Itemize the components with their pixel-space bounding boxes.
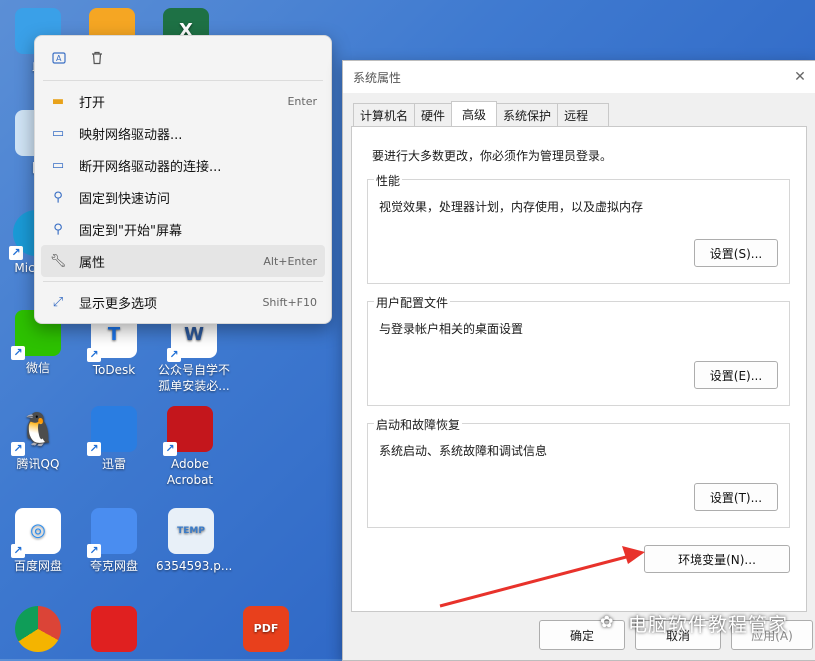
performance-settings-button[interactable]: 设置(S)... xyxy=(694,239,778,267)
menu-item-pin-start[interactable]: ⚲ 固定到"开始"屏幕 xyxy=(41,213,325,245)
tab-computer-name[interactable]: 计算机名 xyxy=(353,103,416,126)
app-red-icon xyxy=(91,606,137,652)
group-label: 启动和故障恢复 xyxy=(374,416,463,433)
chrome-icon xyxy=(15,606,61,652)
desktop-icon-quark[interactable]: ↗ 夸克网盘 xyxy=(82,508,146,574)
tab-bar: 计算机名 硬件 高级 系统保护 远程 xyxy=(353,101,610,127)
rename-icon[interactable]: A xyxy=(49,48,69,68)
qq-icon: 🐧 ↗ xyxy=(11,406,61,456)
watermark: 电脑软件教程管家 xyxy=(628,614,789,636)
pdf-icon: PDF xyxy=(243,606,289,652)
group-label: 用户配置文件 xyxy=(374,294,451,311)
startup-recovery-group: 启动和故障恢复 系统启动、系统故障和调试信息 设置(T)... xyxy=(367,416,790,528)
desktop-icon-chrome[interactable] xyxy=(6,606,70,656)
menu-item-pin-quick-access[interactable]: ⚲ 固定到快速访问 xyxy=(41,181,325,213)
advanced-panel: 要进行大多数更改，你必须作为管理员登录。 性能 视觉效果，处理器计划，内存使用，… xyxy=(351,126,807,612)
desktop-icon-xunlei[interactable]: ↗ 迅雷 xyxy=(82,406,146,472)
folder-icon: ▬ xyxy=(51,93,65,109)
menu-item-disconnect-drive[interactable]: ▭ 断开网络驱动器的连接... xyxy=(41,149,325,181)
map-drive-icon: ▭ xyxy=(51,125,65,141)
performance-group: 性能 视觉效果，处理器计划，内存使用，以及虚拟内存 设置(S)... xyxy=(367,172,790,284)
svg-text:A: A xyxy=(56,54,62,63)
tab-remote[interactable]: 远程 xyxy=(557,103,610,126)
divider xyxy=(43,281,323,282)
menu-item-open[interactable]: ▬ 打开 Enter xyxy=(41,85,325,117)
group-description: 与登录帐户相关的桌面设置 xyxy=(379,322,524,336)
delete-icon[interactable] xyxy=(87,48,107,68)
group-description: 系统启动、系统故障和调试信息 xyxy=(379,444,548,458)
quark-netdisk-icon: ↗ xyxy=(87,508,137,558)
tab-advanced[interactable]: 高级 xyxy=(451,101,498,126)
pin-start-icon: ⚲ xyxy=(53,221,63,237)
acrobat-icon: ↗ xyxy=(163,406,213,456)
group-label: 性能 xyxy=(374,172,403,189)
dialog-title: 系统属性 xyxy=(343,61,815,93)
baidu-netdisk-icon: ◎ ↗ xyxy=(11,508,61,558)
admin-notice: 要进行大多数更改，你必须作为管理员登录。 xyxy=(372,149,613,163)
desktop-icon-word-doc[interactable]: W ↗ 公众号自学不孤单安装必... xyxy=(156,312,232,394)
context-menu: A ▬ 打开 Enter ▭ 映射网络驱动器... ▭ 断开网络驱动器的连接..… xyxy=(34,35,332,324)
tab-hardware[interactable]: 硬件 xyxy=(414,103,453,126)
xunlei-icon: ↗ xyxy=(87,406,137,456)
menu-item-more-options[interactable]: ⤢ 显示更多选项 Shift+F10 xyxy=(41,286,325,318)
disconnect-drive-icon: ▭ xyxy=(51,157,65,173)
user-profiles-group: 用户配置文件 与登录帐户相关的桌面设置 设置(E)... xyxy=(367,294,790,406)
menu-item-map-drive[interactable]: ▭ 映射网络驱动器... xyxy=(41,117,325,149)
system-properties-dialog: 系统属性 ✕ 计算机名 硬件 高级 系统保护 远程 要进行大多数更改，你必须作为… xyxy=(342,60,815,661)
tab-system-protection[interactable]: 系统保护 xyxy=(496,103,559,126)
wechat-watermark-icon: ✿ xyxy=(600,612,614,631)
desktop-icon-pdf[interactable]: PDF xyxy=(234,606,298,656)
temp-file-icon: TEMP xyxy=(168,508,214,554)
desktop-icon-red-app[interactable] xyxy=(82,606,146,656)
desktop-icon-baidu[interactable]: ◎ ↗ 百度网盘 xyxy=(6,508,70,574)
divider xyxy=(43,80,323,81)
pin-icon: ⚲ xyxy=(53,189,63,205)
more-options-icon: ⤢ xyxy=(52,294,64,310)
group-description: 视觉效果，处理器计划，内存使用，以及虚拟内存 xyxy=(379,200,644,214)
environment-variables-button[interactable]: 环境变量(N)... xyxy=(644,545,790,573)
context-menu-toolbar: A xyxy=(35,36,331,80)
wrench-icon: 🔧︎ xyxy=(49,253,67,269)
desktop-icon-temp-file[interactable]: TEMP 6354593.p... xyxy=(156,508,232,574)
user-profiles-settings-button[interactable]: 设置(E)... xyxy=(694,361,778,389)
desktop-icon-qq[interactable]: 🐧 ↗ 腾讯QQ xyxy=(6,406,70,472)
desktop-icon-acrobat[interactable]: ↗ Adobe Acrobat xyxy=(158,406,222,488)
close-icon[interactable]: ✕ xyxy=(790,67,810,87)
menu-item-properties[interactable]: 🔧︎ 属性 Alt+Enter xyxy=(41,245,325,277)
startup-recovery-settings-button[interactable]: 设置(T)... xyxy=(694,483,778,511)
